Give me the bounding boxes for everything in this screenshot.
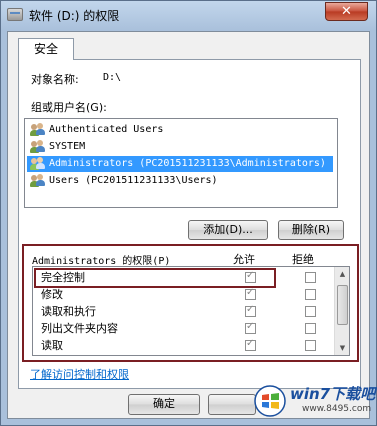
users-list[interactable]: Authenticated Users SYSTEM Administrator… — [24, 118, 338, 208]
add-button[interactable]: 添加(D)... — [188, 220, 268, 240]
title-bar[interactable]: 软件 (D:) 的权限 ✕ — [1, 1, 376, 31]
permissions-dialog: 软件 (D:) 的权限 ✕ 安全 对象名称: D:\ 组或用户名(G): Aut… — [0, 0, 377, 426]
ok-button[interactable]: 确定 — [128, 394, 200, 415]
users-icon — [30, 174, 46, 188]
watermark: win7下载吧 www.8495.com — [254, 381, 376, 421]
drive-icon — [7, 8, 23, 21]
object-name-label: 对象名称: — [31, 73, 79, 86]
users-icon — [30, 140, 46, 154]
list-item-administrators[interactable]: Administrators (PC201511231133\Administr… — [27, 156, 333, 172]
list-item-authenticated-users[interactable]: Authenticated Users — [27, 122, 333, 138]
close-button[interactable]: ✕ — [325, 2, 368, 21]
object-name-value: D:\ — [103, 72, 122, 83]
users-icon — [30, 157, 46, 171]
user-name: Administrators (PC201511231133\Administr… — [49, 158, 326, 169]
user-name: Users (PC201511231133\Users) — [49, 175, 218, 186]
user-name: SYSTEM — [49, 141, 86, 152]
dialog-body: 安全 对象名称: D:\ 组或用户名(G): Authenticated Use… — [7, 31, 370, 419]
list-item-users[interactable]: Users (PC201511231133\Users) — [27, 173, 333, 189]
group-users-label: 组或用户名(G): — [31, 101, 107, 114]
watermark-url: www.8495.com — [302, 404, 372, 414]
remove-button[interactable]: 删除(R) — [278, 220, 344, 240]
window-title: 软件 (D:) 的权限 — [29, 9, 120, 23]
highlight-box-full-control — [34, 268, 276, 288]
highlight-box-permissions — [22, 244, 359, 362]
user-name: Authenticated Users — [49, 124, 164, 135]
watermark-brand: win7下载吧 — [290, 385, 376, 403]
cancel-button[interactable] — [208, 394, 256, 415]
learn-access-control-link[interactable]: 了解访问控制和权限 — [30, 366, 129, 382]
tab-security[interactable]: 安全 — [18, 38, 74, 60]
windows-logo-icon — [254, 385, 286, 417]
list-item-system[interactable]: SYSTEM — [27, 139, 333, 155]
users-icon — [30, 123, 46, 137]
